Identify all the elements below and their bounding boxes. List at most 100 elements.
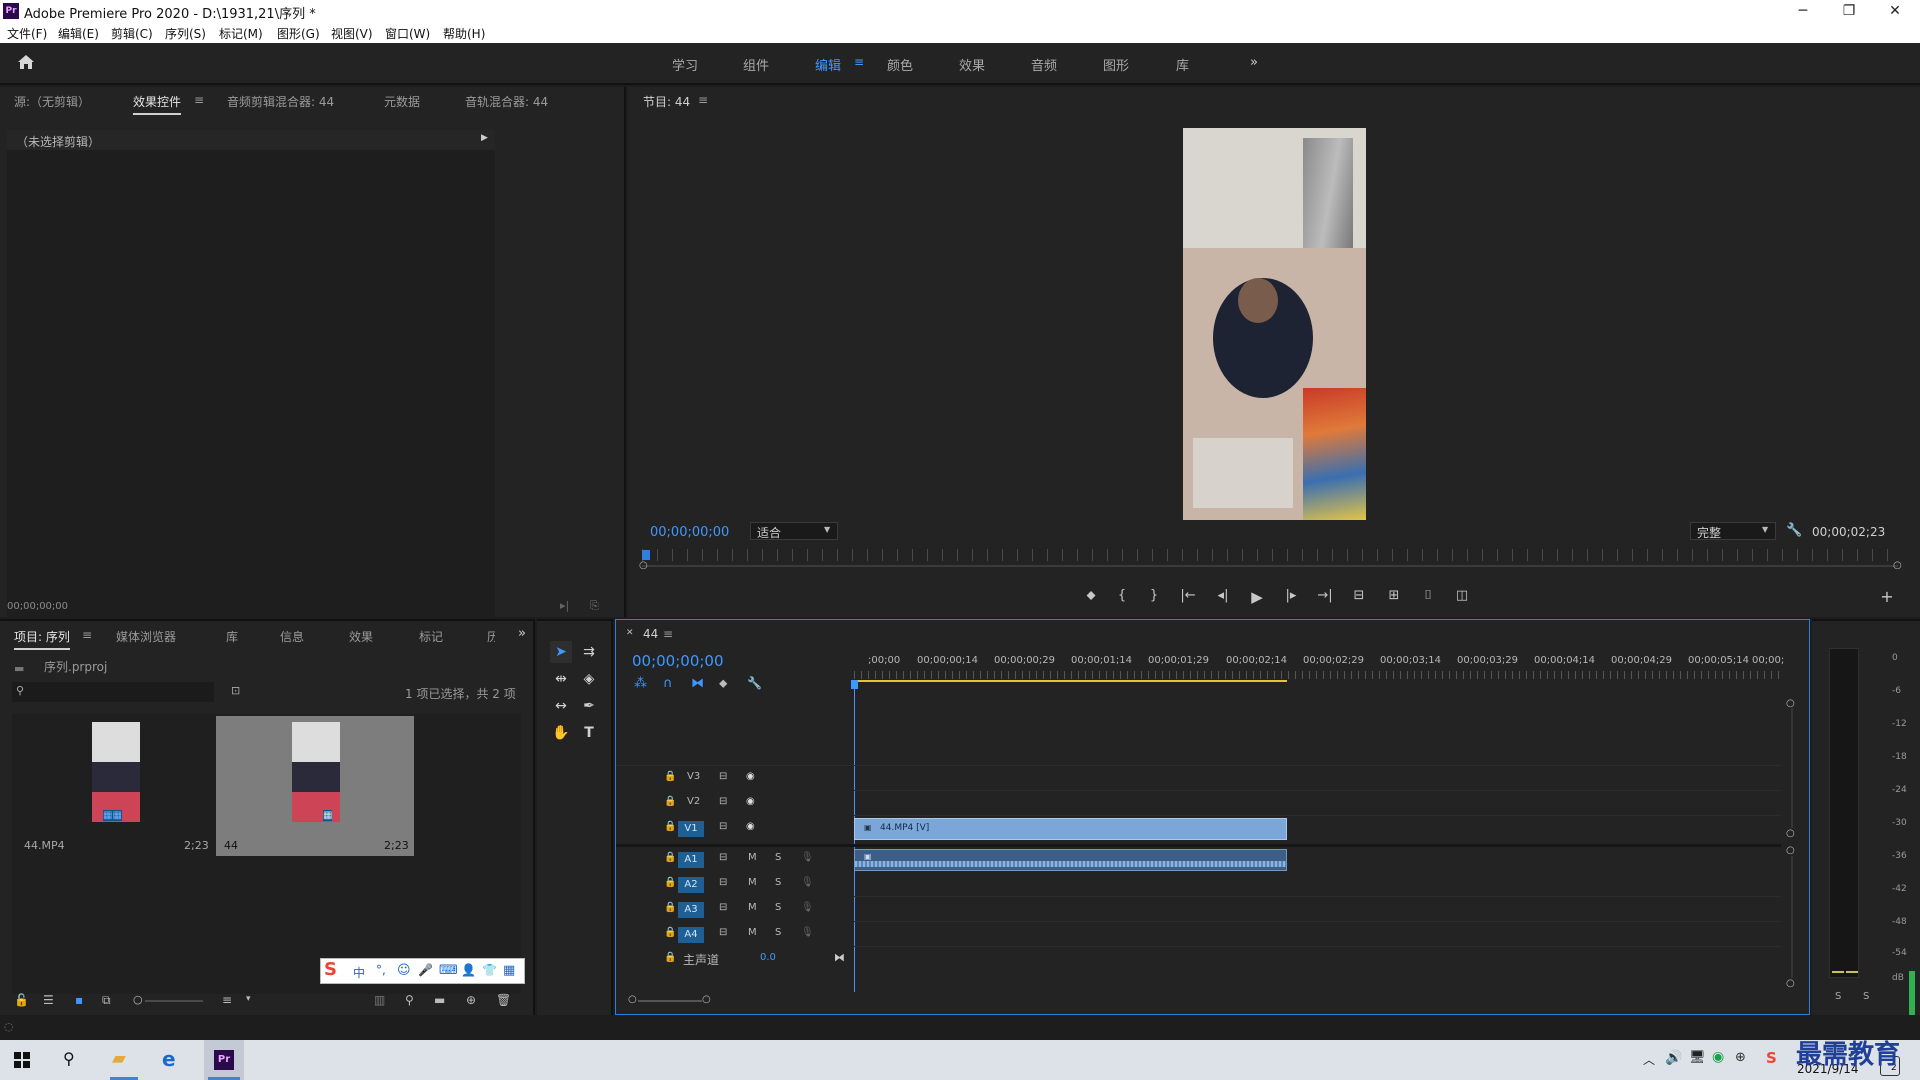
- tab-history[interactable]: 历: [487, 628, 495, 645]
- menu-graphics[interactable]: 图形(G): [277, 25, 320, 42]
- workspace-effects[interactable]: 效果: [959, 55, 985, 74]
- time-ruler[interactable]: ;00;00 00;00;00;14 00;00;00;29 00;00;01;…: [854, 648, 1789, 692]
- playhead-handle[interactable]: [851, 680, 858, 689]
- horizontal-scrollbar[interactable]: [638, 1000, 702, 1002]
- list-view-icon[interactable]: ☰: [43, 993, 54, 1007]
- scroll-handle[interactable]: ○: [1786, 845, 1795, 856]
- track-lane-a3[interactable]: [854, 898, 1781, 922]
- sync-lock-icon[interactable]: ⊟: [719, 821, 727, 832]
- track-lane-v3[interactable]: [854, 767, 1781, 791]
- menu-file[interactable]: 文件(F): [7, 25, 47, 42]
- timeline-settings-wrench-icon[interactable]: 🔧: [747, 676, 762, 690]
- sync-lock-icon[interactable]: ⊟: [719, 902, 727, 913]
- extract-icon[interactable]: ⊞: [1382, 588, 1406, 603]
- zoom-slider-handle[interactable]: ○: [133, 993, 143, 1006]
- track-label[interactable]: V3: [687, 771, 700, 782]
- workspace-color[interactable]: 颜色: [887, 55, 913, 74]
- program-menu-icon[interactable]: ≡: [698, 93, 708, 107]
- workspace-editing[interactable]: 编辑: [815, 55, 841, 74]
- solo-button[interactable]: S: [775, 852, 781, 863]
- track-target-v1[interactable]: V1: [678, 821, 704, 837]
- project-item-44-sequence[interactable]: ▦ 44 2;23: [216, 716, 414, 856]
- track-target-a2[interactable]: A2: [678, 877, 704, 893]
- menu-edit[interactable]: 编辑(E): [58, 25, 99, 42]
- step-back-icon[interactable]: ◂|: [1211, 588, 1235, 603]
- menu-clip[interactable]: 剪辑(C): [111, 25, 153, 42]
- microphone-icon[interactable]: 🎙: [801, 902, 814, 913]
- microphone-icon[interactable]: 🎙: [801, 927, 814, 938]
- ripple-edit-tool-icon[interactable]: ⇹: [550, 668, 572, 690]
- sequence-tab[interactable]: 44: [643, 627, 658, 641]
- camera-icon[interactable]: ⌷: [1416, 588, 1440, 603]
- add-button-icon[interactable]: +: [1875, 587, 1899, 606]
- workspace-learn[interactable]: 学习: [672, 55, 698, 74]
- tab-source[interactable]: 源:（无剪辑）: [14, 93, 90, 110]
- lock-icon[interactable]: 🔒: [664, 927, 676, 938]
- sogou-tray-icon[interactable]: S: [1766, 1049, 1777, 1067]
- step-forward-icon[interactable]: |▸: [1279, 588, 1303, 603]
- skin-icon[interactable]: 👕: [482, 963, 497, 977]
- add-marker-icon[interactable]: ⬥: [719, 676, 727, 691]
- track-lane-a4[interactable]: [854, 923, 1781, 947]
- lock-icon[interactable]: 🔓: [14, 993, 29, 1007]
- play-icon[interactable]: ▶: [1245, 588, 1269, 606]
- go-to-in-icon[interactable]: |←: [1176, 588, 1200, 603]
- type-tool-icon[interactable]: T: [578, 722, 600, 744]
- sogou-ime-icon[interactable]: S: [324, 959, 337, 980]
- more-tabs-icon[interactable]: »: [518, 626, 526, 641]
- zoom-slider[interactable]: [145, 1000, 203, 1002]
- lock-icon[interactable]: 🔒: [664, 952, 676, 963]
- lock-icon[interactable]: 🔒: [664, 877, 676, 888]
- mute-button[interactable]: M: [748, 927, 757, 938]
- comparison-view-icon[interactable]: ◫: [1450, 588, 1474, 603]
- slip-tool-icon[interactable]: ↔: [550, 695, 572, 717]
- meter-solo-right[interactable]: S: [1863, 991, 1869, 1002]
- track-target-a1[interactable]: A1: [678, 852, 704, 868]
- export-frame-icon[interactable]: ▸|: [560, 599, 569, 612]
- new-bin-search-icon[interactable]: ⊡: [231, 684, 240, 697]
- trash-icon[interactable]: 🗑: [496, 993, 511, 1007]
- lift-icon[interactable]: ⊟: [1347, 588, 1371, 603]
- program-timecode[interactable]: 00;00;00;00: [650, 525, 729, 540]
- h-scroll-handle-left[interactable]: ○: [628, 994, 637, 1005]
- razor-tool-icon[interactable]: ◈: [578, 668, 600, 690]
- sync-lock-icon[interactable]: ⊟: [719, 877, 727, 888]
- pen-tool-icon[interactable]: ✒: [578, 695, 600, 717]
- workspace-audio[interactable]: 音频: [1031, 55, 1057, 74]
- tab-project-menu-icon[interactable]: ≡: [82, 628, 92, 642]
- menu-marker[interactable]: 标记(M): [219, 25, 263, 42]
- tab-effect-controls-menu-icon[interactable]: ≡: [194, 93, 204, 107]
- keyboard-icon[interactable]: ⌨: [439, 963, 458, 978]
- eye-icon[interactable]: ◉: [746, 796, 755, 807]
- lock-icon[interactable]: 🔒: [664, 821, 676, 832]
- mark-out-icon[interactable]: }: [1142, 588, 1166, 603]
- taskbar-premiere-button[interactable]: Pr: [204, 1040, 244, 1080]
- track-lane-v2[interactable]: [854, 792, 1781, 816]
- ime-toolbar[interactable]: S 中 °, ☺ 🎤 ⌨ 👤 👕 ▦: [320, 958, 525, 984]
- emoji-icon[interactable]: ☺: [397, 963, 411, 978]
- workspace-menu-icon[interactable]: ≡: [854, 55, 864, 69]
- find-icon[interactable]: ⚲: [405, 993, 414, 1007]
- user-icon[interactable]: 👤: [461, 963, 476, 977]
- automate-icon[interactable]: ▥: [374, 993, 385, 1007]
- track-lane-v1[interactable]: ▣ 44.MP4 [V]: [854, 817, 1781, 841]
- linked-selection-icon[interactable]: ⧓: [691, 676, 704, 691]
- program-scrub-ruler[interactable]: [642, 549, 1898, 561]
- tab-libraries[interactable]: 库: [226, 628, 238, 645]
- new-item-icon[interactable]: ⊕: [466, 993, 476, 1007]
- lock-icon[interactable]: 🔒: [664, 852, 676, 863]
- program-playhead[interactable]: [642, 550, 650, 560]
- tab-audio-track-mixer[interactable]: 音轨混合器: 44: [465, 93, 548, 110]
- add-marker-icon[interactable]: ⬥: [1079, 588, 1103, 603]
- icon-view-icon[interactable]: ▪: [75, 993, 83, 1007]
- audio-clip[interactable]: ▣: [854, 849, 1287, 871]
- nest-toggle-icon[interactable]: ⁂: [634, 676, 647, 691]
- chevron-down-icon[interactable]: ▾: [246, 994, 251, 1004]
- meter-solo-left[interactable]: S: [1835, 991, 1841, 1002]
- lock-icon[interactable]: 🔒: [664, 902, 676, 913]
- vertical-scrollbar-audio[interactable]: [1791, 856, 1793, 978]
- tab-project[interactable]: 项目: 序列: [14, 628, 70, 650]
- close-button[interactable]: ✕: [1872, 0, 1918, 23]
- workspace-more-button[interactable]: »: [1250, 55, 1258, 70]
- speaker-icon[interactable]: 🔊: [1665, 1050, 1682, 1066]
